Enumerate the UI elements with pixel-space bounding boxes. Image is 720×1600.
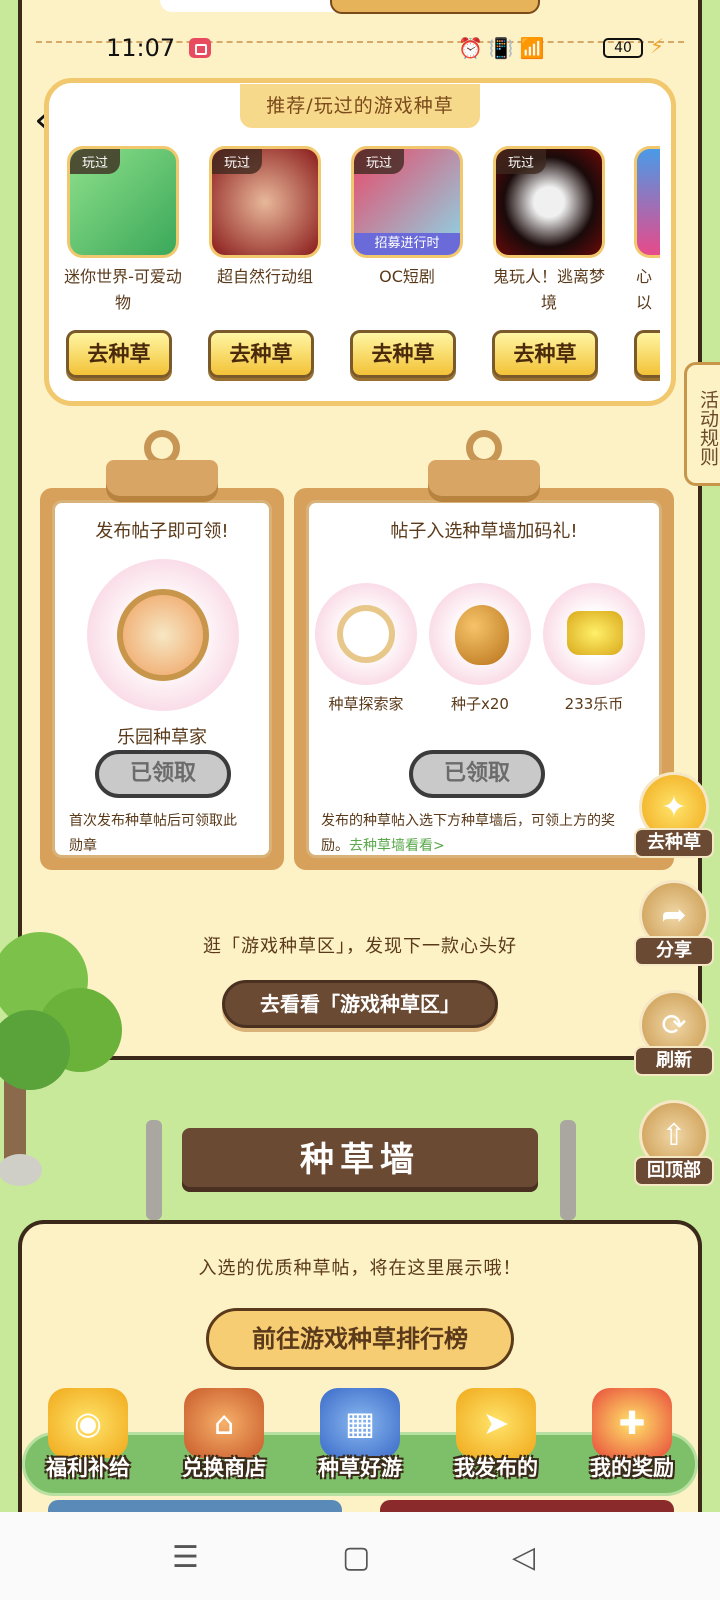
float-refresh-button[interactable]: ⟳ 刷新 [634, 990, 714, 1080]
menu-icon[interactable]: ☰ [172, 1540, 199, 1575]
reward-label: 233乐币 [564, 695, 624, 713]
nav-welfare[interactable]: ◉ 福利补给 [28, 1388, 148, 1498]
clipboard-right-inner: 帖子入选种草墙加码礼! 种草探索家 种子x20 233乐币 已领取 发布的种草帖… [306, 500, 662, 858]
wreath-icon [337, 605, 395, 663]
nav-label: 种草好游 [318, 1456, 402, 1480]
wall-link[interactable]: 去种草墙看看> [349, 838, 445, 854]
coins-icon: ◉ [48, 1388, 128, 1458]
float-top-button[interactable]: ⇧ 回顶部 [634, 1100, 714, 1190]
reward-circle [429, 583, 531, 685]
game-name: 鬼玩人！逃离梦境 [492, 267, 605, 312]
clip-right [428, 430, 540, 504]
nav-label: 福利补给 [46, 1456, 130, 1480]
reward-label: 种子x20 [451, 695, 509, 713]
played-badge: 玩过 [70, 149, 121, 174]
reward-circle [315, 583, 417, 685]
game-name: 迷你世界-可爱动物 [64, 267, 182, 312]
shop-icon: ⌂ [184, 1388, 264, 1458]
charging-icon: ⚡ [650, 34, 665, 58]
reward-label: 种草探索家 [328, 695, 404, 713]
clipboard-left: 发布帖子即可领! 乐园种草家 已领取 首次发布种草帖后可领取此勋章 [40, 488, 284, 870]
sign-pole [146, 1120, 162, 1220]
played-badge: 玩过 [496, 149, 547, 174]
game-thumbnail[interactable]: 玩过 [67, 146, 179, 258]
game-name: OC短剧 [379, 267, 435, 286]
board-right-title: 帖子入选种草墙加码礼! [390, 521, 578, 542]
wall-text: 入选的优质种草帖，将在这里展示哦！ [198, 1258, 522, 1279]
game-thumbnail[interactable]: 玩过 [493, 146, 605, 258]
medal-label: 乐园种草家 [117, 727, 207, 748]
ranking-button[interactable]: 前往游戏种草排行榜 [206, 1308, 514, 1370]
clipboard-right: 帖子入选种草墙加码礼! 种草探索家 种子x20 233乐币 已领取 发布的种草帖… [294, 488, 674, 870]
game-item[interactable]: 玩过 超自然行动组 [206, 146, 324, 316]
rules-tab[interactable]: 活动规则 [684, 362, 720, 486]
nav-my-rewards[interactable]: ✚ 我的奖励 [572, 1388, 692, 1498]
clip-left [106, 430, 218, 504]
status-time: 11:07 [106, 34, 176, 62]
coins-icon [567, 611, 623, 655]
float-label: 刷新 [634, 1046, 714, 1076]
sign-pole [560, 1120, 576, 1220]
top-button-edge[interactable] [330, 0, 540, 14]
float-share-button[interactable]: ➦ 分享 [634, 880, 714, 970]
battery-icon: 40 [603, 38, 643, 58]
played-badge: 玩过 [354, 149, 405, 174]
nav-label: 我发布的 [454, 1456, 538, 1480]
seed-button[interactable]: 去种草 [350, 330, 456, 378]
gift-icon: ✚ [592, 1388, 672, 1458]
game-thumbnail[interactable]: 玩过 [209, 146, 321, 258]
reward-circle [543, 583, 645, 685]
back-icon[interactable]: ◁ [512, 1540, 535, 1575]
tree-decoration [0, 932, 122, 1186]
game-thumbnail[interactable]: 玩过 招募进行时 [351, 146, 463, 258]
seed-button-partial[interactable] [634, 330, 660, 378]
clipboard-left-inner: 发布帖子即可领! 乐园种草家 已领取 首次发布种草帖后可领取此勋章 [52, 500, 272, 858]
status-icons: ⏰📳📶 [458, 36, 551, 60]
game-name-partial: 心 以 [636, 267, 653, 312]
screen-record-icon [189, 38, 211, 58]
medal-icon [117, 589, 209, 681]
go-see-button[interactable]: 去看看「游戏种草区」 [222, 980, 498, 1028]
float-label: 去种草 [634, 828, 714, 858]
game-name: 超自然行动组 [216, 267, 313, 286]
float-label: 回顶部 [634, 1156, 714, 1186]
nav-label: 兑换商店 [182, 1456, 266, 1480]
claimed-button[interactable]: 已领取 [409, 750, 545, 798]
float-seed-button[interactable]: ✦ 去种草 [634, 772, 714, 862]
game-item[interactable]: 玩过 鬼玩人！逃离梦境 [490, 146, 608, 316]
nav-games[interactable]: ▦ 种草好游 [300, 1388, 420, 1498]
seed-icon [455, 605, 509, 665]
gamepad-icon: ▦ [320, 1388, 400, 1458]
nav-label: 我的奖励 [590, 1456, 674, 1480]
game-item[interactable]: 玩过 迷你世界-可爱动物 [64, 146, 182, 316]
played-badge: 玩过 [212, 149, 263, 174]
recruit-overlay: 招募进行时 [354, 233, 460, 255]
claimed-button[interactable]: 已领取 [95, 750, 231, 798]
home-icon[interactable]: ▢ [342, 1540, 370, 1575]
recommend-title: 推荐/玩过的游戏种草 [240, 84, 480, 128]
nav-shop[interactable]: ⌂ 兑换商店 [164, 1388, 284, 1498]
system-nav-bar: ☰ ▢ ◁ [0, 1512, 720, 1600]
game-item-partial[interactable] [634, 146, 660, 258]
seed-button[interactable]: 去种草 [208, 330, 314, 378]
paper-plane-icon: ➤ [456, 1388, 536, 1458]
seed-button[interactable]: 去种草 [492, 330, 598, 378]
board-left-note: 首次发布种草帖后可领取此勋章 [69, 813, 237, 854]
float-label: 分享 [634, 936, 714, 966]
game-item[interactable]: 玩过 招募进行时 OC短剧 [348, 146, 466, 316]
board-right-note: 发布的种草帖入选下方种草墙后，可领上方的奖励。去种草墙看看> [321, 809, 631, 859]
wall-sign: 种草墙 [182, 1128, 538, 1192]
board-left-title: 发布帖子即可领! [95, 521, 229, 542]
status-bar: 11:07 ⏰📳📶 40 ⚡ [0, 28, 720, 68]
nav-my-posts[interactable]: ➤ 我发布的 [436, 1388, 556, 1498]
medal-circle [87, 559, 239, 711]
seed-button[interactable]: 去种草 [66, 330, 172, 378]
